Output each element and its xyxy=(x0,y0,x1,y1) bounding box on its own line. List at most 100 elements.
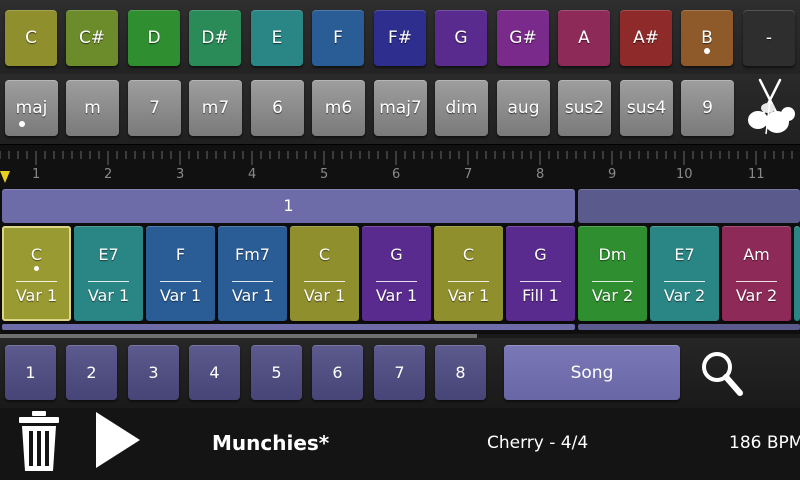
chord-name: G xyxy=(534,245,547,264)
chord-block[interactable]: C Var 1 xyxy=(2,226,71,321)
chord-type-label: 7 xyxy=(149,98,160,118)
root-key-b[interactable]: B xyxy=(681,10,733,66)
root-key-g-sharp[interactable]: G# xyxy=(497,10,549,66)
divider xyxy=(664,281,705,282)
chord-type-m6[interactable]: m6 xyxy=(312,80,365,136)
chord-block-partial[interactable] xyxy=(794,226,800,321)
root-key-d-sharp[interactable]: D# xyxy=(189,10,241,66)
chord-type-maj[interactable]: maj xyxy=(5,80,58,136)
chord-block[interactable]: C Var 1 xyxy=(290,226,359,321)
chord-type-aug[interactable]: aug xyxy=(497,80,550,136)
chord-type-label: sus2 xyxy=(564,98,605,118)
app-root: C C# D D# E F F# G G# A A# B - maj m 7 m… xyxy=(0,0,800,480)
chord-block[interactable]: Dm Var 2 xyxy=(578,226,647,321)
chord-type-sus2[interactable]: sus2 xyxy=(558,80,611,136)
chord-pattern: Var 1 xyxy=(303,286,346,305)
root-key-a[interactable]: A xyxy=(558,10,610,66)
chord-block[interactable]: E7 Var 1 xyxy=(74,226,143,321)
divider xyxy=(232,281,273,282)
root-key-e[interactable]: E xyxy=(251,10,303,66)
root-key-d[interactable]: D xyxy=(128,10,180,66)
chord-block[interactable]: F Var 1 xyxy=(146,226,215,321)
chord-type-maj7[interactable]: maj7 xyxy=(374,80,427,136)
song-button-label: Song xyxy=(570,362,614,383)
root-key-label: A xyxy=(578,28,590,48)
chord-block[interactable]: G Fill 1 xyxy=(506,226,575,321)
root-key-label: F xyxy=(333,28,343,48)
section-button-6[interactable]: 6 xyxy=(312,345,363,400)
section-button-5[interactable]: 5 xyxy=(251,345,302,400)
style-info[interactable]: Cherry - 4/4 xyxy=(487,433,588,453)
chord-type-label: m6 xyxy=(324,98,353,118)
trash-icon[interactable] xyxy=(14,408,64,474)
chord-name: E7 xyxy=(98,245,119,264)
section-button-label: 8 xyxy=(455,363,466,382)
chord-type-bar: maj m 7 m7 6 m6 maj7 dim aug sus2 sus4 9 xyxy=(0,74,800,144)
chord-pattern: Var 2 xyxy=(735,286,778,305)
chord-type-m7[interactable]: m7 xyxy=(189,80,242,136)
section-header[interactable] xyxy=(578,189,800,223)
chord-type-9[interactable]: 9 xyxy=(681,80,734,136)
chord-type-6[interactable]: 6 xyxy=(251,80,304,136)
chord-type-label: 9 xyxy=(702,98,713,118)
root-key-label: D# xyxy=(201,28,229,48)
chord-name: E7 xyxy=(674,245,695,264)
selected-dot-icon xyxy=(704,48,710,54)
chord-pattern: Var 2 xyxy=(663,286,706,305)
selected-dot-icon xyxy=(19,121,25,127)
play-icon[interactable] xyxy=(92,410,142,470)
chord-block[interactable]: E7 Var 2 xyxy=(650,226,719,321)
root-key-label: D xyxy=(147,28,161,48)
chord-block[interactable]: Am Var 2 xyxy=(722,226,791,321)
tempo-readout[interactable]: 186 BPM xyxy=(729,433,800,453)
chord-pattern: Var 1 xyxy=(15,286,58,305)
divider xyxy=(160,281,201,282)
chord-block[interactable]: G Var 1 xyxy=(362,226,431,321)
root-key-label: - xyxy=(765,28,773,48)
chord-block[interactable]: Fm7 Var 1 xyxy=(218,226,287,321)
drum-kit-icon[interactable] xyxy=(744,76,796,138)
chord-name: C xyxy=(30,245,43,264)
chord-name: Fm7 xyxy=(235,245,270,264)
chord-type-dim[interactable]: dim xyxy=(435,80,488,136)
search-icon[interactable] xyxy=(698,348,746,398)
song-name[interactable]: Munchies* xyxy=(212,431,329,455)
ruler-label: 5 xyxy=(320,167,329,182)
section-button-2[interactable]: 2 xyxy=(66,345,117,400)
section-button-8[interactable]: 8 xyxy=(435,345,486,400)
playhead-marker-icon[interactable] xyxy=(0,171,10,183)
root-key-c-sharp[interactable]: C# xyxy=(66,10,118,66)
chord-type-label: aug xyxy=(507,98,540,118)
chord-type-7[interactable]: 7 xyxy=(128,80,181,136)
selected-dot-icon xyxy=(33,266,39,271)
section-footer xyxy=(2,324,575,330)
chord-type-label: sus4 xyxy=(626,98,667,118)
chord-name: F xyxy=(175,245,186,264)
chord-type-sus4[interactable]: sus4 xyxy=(620,80,673,136)
root-key-c[interactable]: C xyxy=(5,10,57,66)
timeline-ruler[interactable]: 1 2 3 4 5 6 7 8 9 10 11 xyxy=(0,144,800,189)
ruler-label: 4 xyxy=(248,167,257,182)
chord-type-m[interactable]: m xyxy=(66,80,119,136)
root-key-label: C# xyxy=(78,28,106,48)
divider xyxy=(88,281,129,282)
divider xyxy=(736,281,777,282)
section-button-1[interactable]: 1 xyxy=(5,345,56,400)
section-header[interactable]: 1 xyxy=(2,189,575,223)
root-key-a-sharp[interactable]: A# xyxy=(620,10,672,66)
root-key-f-sharp[interactable]: F# xyxy=(374,10,426,66)
chord-block[interactable]: C Var 1 xyxy=(434,226,503,321)
section-button-4[interactable]: 4 xyxy=(189,345,240,400)
song-button[interactable]: Song xyxy=(504,345,680,400)
root-key-none[interactable]: - xyxy=(743,10,795,66)
divider xyxy=(592,281,633,282)
root-key-g[interactable]: G xyxy=(435,10,487,66)
section-button-label: 5 xyxy=(271,363,282,382)
root-note-bar: C C# D D# E F F# G G# A A# B - xyxy=(0,0,800,74)
ruler-label: 2 xyxy=(104,167,113,182)
root-key-f[interactable]: F xyxy=(312,10,364,66)
chord-type-label: maj xyxy=(15,98,48,118)
chord-name: G xyxy=(390,245,403,264)
section-button-3[interactable]: 3 xyxy=(128,345,179,400)
section-button-7[interactable]: 7 xyxy=(374,345,425,400)
